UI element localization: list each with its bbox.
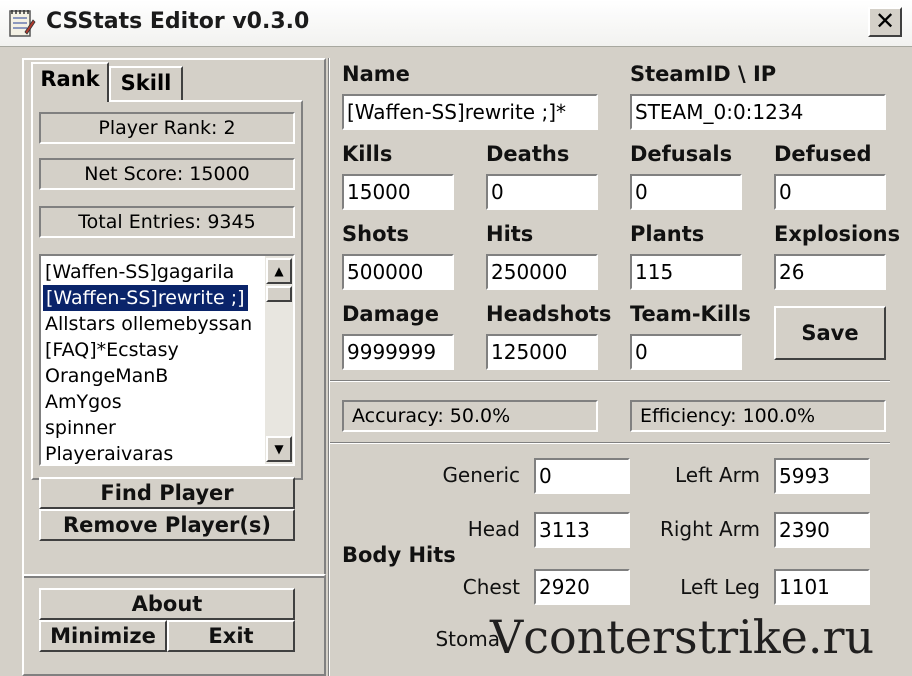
efficiency-box: Efficiency: 100.0%: [630, 400, 886, 432]
tab-skill[interactable]: Skill: [109, 66, 183, 102]
list-item[interactable]: Playeraivaras: [45, 441, 173, 467]
scroll-up-button[interactable]: ▲: [266, 258, 292, 284]
steamid-label: SteamID \ IP: [630, 62, 777, 86]
exit-button[interactable]: Exit: [167, 620, 295, 652]
scroll-down-button[interactable]: ▼: [266, 436, 292, 462]
defused-field[interactable]: 0: [774, 174, 886, 210]
chest-label: Chest: [462, 575, 520, 599]
generic-label: Generic: [442, 463, 520, 487]
body-hits-title: Body Hits: [342, 543, 456, 567]
about-button[interactable]: About: [39, 588, 295, 620]
close-icon: ✕: [874, 7, 896, 35]
defusals-label: Defusals: [630, 142, 733, 166]
left-leg-label: Left Leg: [680, 575, 760, 599]
steamid-field[interactable]: STEAM_0:0:1234: [630, 94, 886, 130]
find-player-button[interactable]: Find Player: [39, 477, 295, 509]
chest-field[interactable]: 2920: [534, 569, 630, 605]
net-score-box: Net Score: 15000: [39, 158, 295, 190]
tab-rank[interactable]: Rank: [31, 62, 109, 102]
total-entries-box: Total Entries: 9345: [39, 206, 295, 238]
vertical-divider: [328, 58, 330, 676]
app-notepad-icon: [9, 10, 36, 37]
right-arm-label: Right Arm: [659, 517, 760, 541]
left-arm-field[interactable]: 5993: [774, 458, 870, 494]
defused-label: Defused: [774, 142, 872, 166]
list-item[interactable]: spinner: [45, 415, 116, 441]
list-scrollbar[interactable]: ▲ ▼: [265, 256, 293, 464]
list-item[interactable]: [Waffen-SS]gagarila: [45, 259, 234, 285]
explosions-label: Explosions: [774, 222, 901, 246]
list-item[interactable]: AmYgos: [45, 389, 122, 415]
arrow-down-icon: ▼: [274, 442, 284, 456]
kills-field[interactable]: 15000: [342, 174, 454, 210]
watermark: Vconterstrike.ru: [490, 610, 875, 664]
accuracy-box: Accuracy: 50.0%: [342, 400, 598, 432]
headshots-field[interactable]: 125000: [486, 334, 598, 370]
tab-skill-label: Skill: [120, 71, 172, 95]
list-item-selected[interactable]: [Waffen-SS]rewrite ;]: [42, 284, 249, 312]
tab-rank-label: Rank: [40, 67, 100, 91]
list-item[interactable]: OrangeManB: [45, 363, 168, 389]
divider-stats: [330, 380, 890, 382]
generic-field[interactable]: 0: [534, 458, 630, 494]
right-arm-field[interactable]: 2390: [774, 512, 870, 548]
player-rank-box: Player Rank: 2: [39, 112, 295, 144]
save-button[interactable]: Save: [774, 306, 886, 360]
minimize-button[interactable]: Minimize: [39, 620, 167, 652]
head-field[interactable]: 3113: [534, 512, 630, 548]
plants-label: Plants: [630, 222, 705, 246]
arrow-up-icon: ▲: [274, 264, 284, 278]
divider-bodyhits: [330, 442, 890, 444]
deaths-label: Deaths: [486, 142, 570, 166]
damage-field[interactable]: 9999999: [342, 334, 454, 370]
left-arm-label: Left Arm: [674, 463, 760, 487]
kills-label: Kills: [342, 142, 393, 166]
shots-label: Shots: [342, 222, 410, 246]
left-leg-field[interactable]: 1101: [774, 569, 870, 605]
window-title: CSStats Editor v0.3.0: [46, 9, 310, 34]
name-field[interactable]: [Waffen-SS]rewrite ;]*: [342, 94, 598, 130]
defusals-field[interactable]: 0: [630, 174, 742, 210]
headshots-label: Headshots: [486, 302, 612, 326]
scroll-thumb[interactable]: [266, 286, 292, 302]
plants-field[interactable]: 115: [630, 254, 742, 290]
teamkills-field[interactable]: 0: [630, 334, 742, 370]
player-list[interactable]: [Waffen-SS]gagarila [Waffen-SS]rewrite ;…: [39, 254, 295, 466]
stomach-label: Stoma: [435, 627, 500, 651]
list-item[interactable]: Allstars ollemebyssan: [45, 311, 252, 337]
hits-field[interactable]: 250000: [486, 254, 598, 290]
title-bar: CSStats Editor v0.3.0 ✕: [0, 0, 912, 47]
hits-label: Hits: [486, 222, 534, 246]
explosions-field[interactable]: 26: [774, 254, 886, 290]
head-label: Head: [467, 517, 520, 541]
remove-players-button[interactable]: Remove Player(s): [39, 509, 295, 541]
damage-label: Damage: [342, 302, 439, 326]
name-label: Name: [342, 62, 410, 86]
deaths-field[interactable]: 0: [486, 174, 598, 210]
shots-field[interactable]: 500000: [342, 254, 454, 290]
teamkills-label: Team-Kills: [630, 302, 751, 326]
close-button[interactable]: ✕: [868, 7, 902, 37]
list-item[interactable]: [FAQ]*Ecstasy: [45, 337, 179, 363]
